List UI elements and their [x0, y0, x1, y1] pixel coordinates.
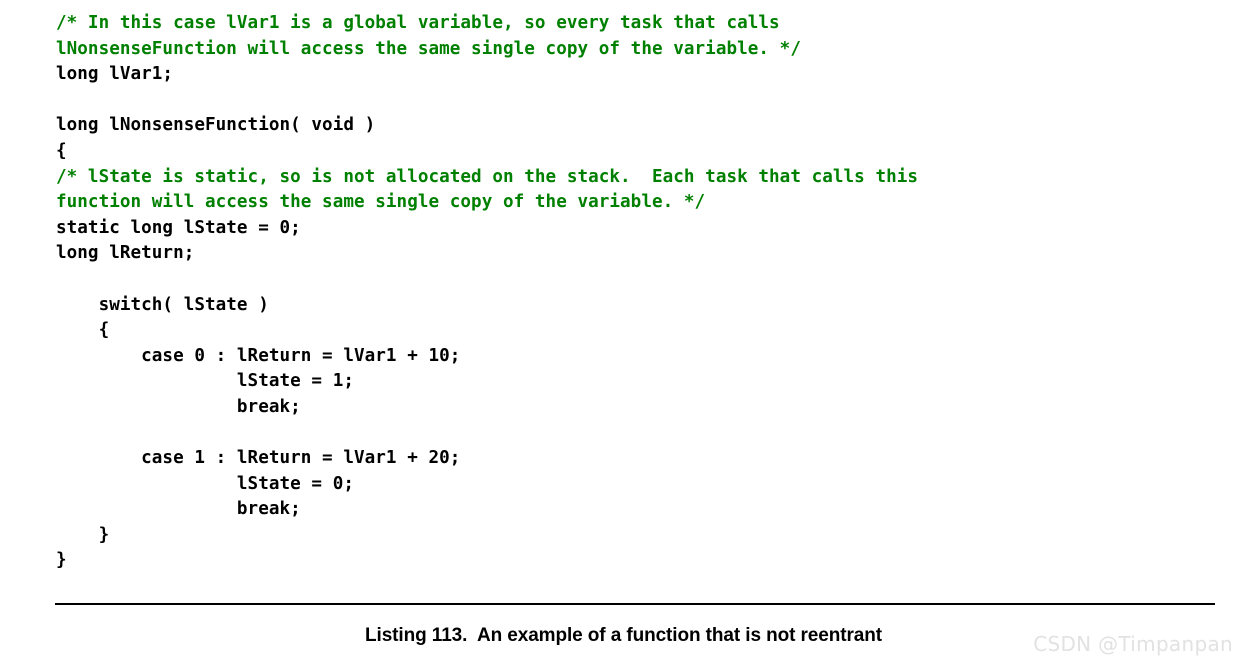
code-line: long lVar1;: [56, 64, 174, 85]
code-line: break;: [56, 396, 301, 417]
code-line: long lReturn;: [56, 243, 195, 264]
code-line: }: [56, 550, 67, 571]
caption-divider-rule: [55, 603, 1215, 605]
code-line: long lNonsenseFunction( void ): [56, 115, 376, 136]
code-line: lNonsenseFunction will access the same s…: [56, 38, 801, 59]
code-line: static long lState = 0;: [56, 217, 301, 238]
code-line: lState = 1;: [56, 371, 354, 392]
code-line: /* lState is static, so is not allocated…: [56, 166, 919, 187]
code-line: switch( lState ): [56, 294, 269, 315]
code-line: /* In this case lVar1 is a global variab…: [56, 13, 780, 33]
code-line: case 1 : lReturn = lVar1 + 20;: [56, 448, 461, 469]
code-line: lState = 0;: [56, 473, 354, 494]
code-line: break;: [56, 499, 301, 520]
csdn-watermark: CSDN @Timpanpan: [1033, 632, 1233, 656]
code-line: {: [56, 140, 67, 161]
code-line: }: [56, 524, 110, 545]
code-line: {: [56, 320, 110, 341]
code-listing: /* In this case lVar1 is a global variab…: [56, 11, 1236, 574]
code-line: function will access the same single cop…: [56, 192, 706, 213]
code-line: case 0 : lReturn = lVar1 + 10;: [56, 345, 461, 366]
